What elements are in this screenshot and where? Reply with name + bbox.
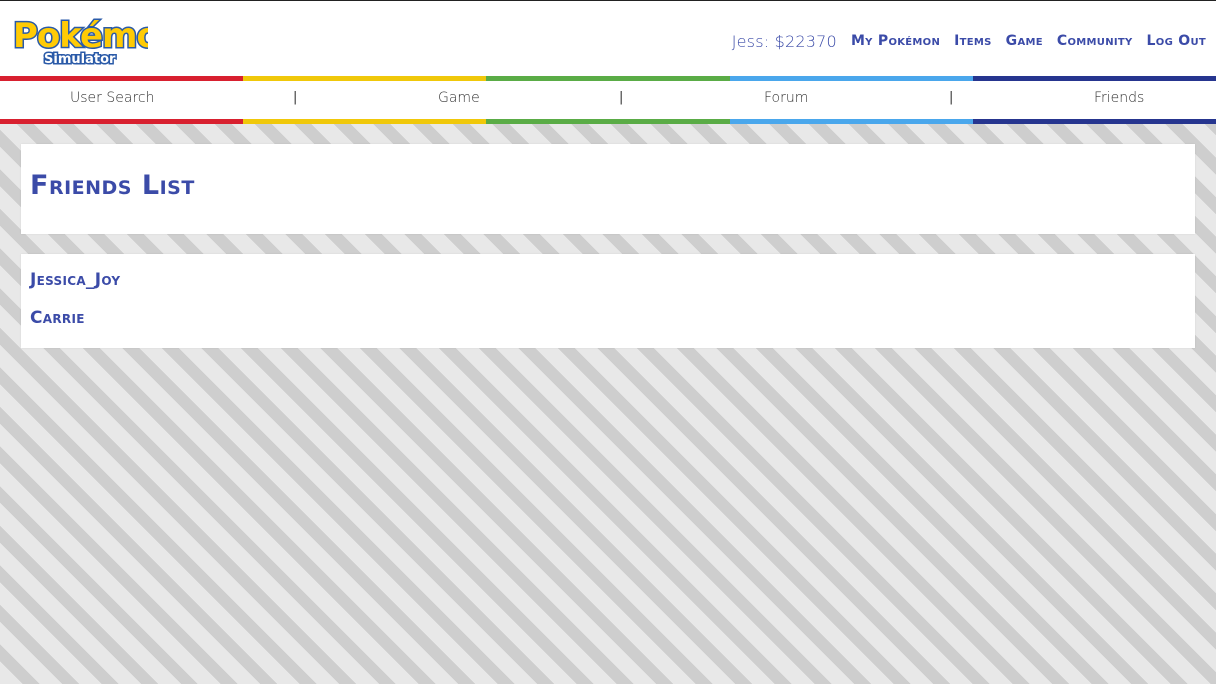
nav-my-pokemon-link[interactable]: My Pokémon	[851, 33, 940, 49]
friend-link-jessica-joy[interactable]: Jessica_Joy	[30, 270, 120, 290]
friend-link-carrie[interactable]: Carrie	[30, 308, 85, 328]
svg-text:Simulator: Simulator	[44, 52, 116, 67]
subnav-friends[interactable]: Friends	[1094, 90, 1144, 106]
friends-list-panel: Jessica_Joy Carrie	[21, 254, 1195, 348]
balance-amount: $22370	[774, 31, 837, 51]
svg-text:Pokémon: Pokémon	[13, 16, 148, 56]
color-stripe-bottom	[0, 119, 1216, 124]
stripe-green	[486, 119, 730, 124]
page-title: Friends List	[30, 170, 195, 201]
nav-logout-link[interactable]: Log Out	[1147, 33, 1206, 49]
stripe-red	[0, 119, 244, 124]
subnav-divider: |	[293, 90, 298, 105]
stripe-lightblue	[729, 119, 973, 124]
community-subnav: User Search | Game | Forum | Friends	[0, 81, 1216, 119]
nav-game-link[interactable]: Game	[1006, 33, 1043, 49]
subnav-divider: |	[949, 90, 954, 105]
stripe-navy	[972, 119, 1216, 124]
balance-separator: :	[763, 31, 770, 51]
subnav-game[interactable]: Game	[438, 90, 480, 106]
subnav-user-search[interactable]: User Search	[70, 90, 154, 106]
user-nav: Jess: $22370 My Pokémon Items Game Commu…	[732, 29, 1206, 53]
subnav-divider: |	[619, 90, 624, 105]
username: Jess	[731, 31, 764, 51]
user-balance: Jess: $22370	[732, 32, 837, 51]
nav-community-link[interactable]: Community	[1057, 33, 1133, 49]
pokemon-simulator-logo[interactable]: Pokémon Simulator	[10, 9, 149, 68]
top-bar: Pokémon Simulator Jess: $22370 My Pokémo…	[0, 0, 1216, 78]
subnav-forum[interactable]: Forum	[764, 90, 808, 106]
nav-items-link[interactable]: Items	[954, 33, 992, 49]
stripe-yellow	[243, 119, 487, 124]
logo-graphic: Pokémon Simulator	[12, 15, 149, 68]
title-panel: Friends List	[21, 144, 1195, 234]
